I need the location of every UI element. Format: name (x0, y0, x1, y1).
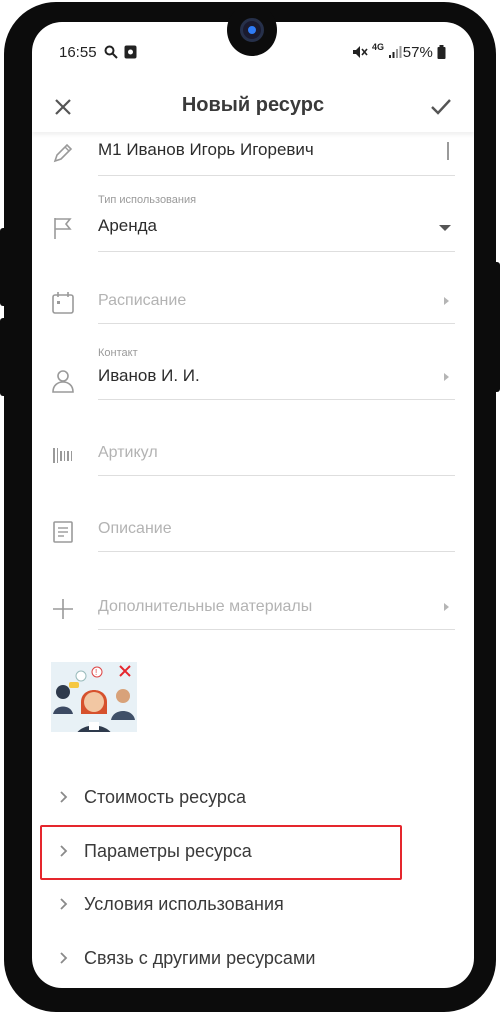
description-placeholder: Описание (98, 520, 172, 537)
contact-row[interactable]: Контакт Иванов И. И. (32, 344, 474, 400)
section-label: Стоимость ресурса (84, 787, 246, 807)
usage-type-select[interactable]: Тип использования Аренда (98, 190, 455, 252)
schedule-field[interactable]: Расписание (98, 278, 455, 324)
section-linked-resources[interactable]: Связь с другими ресурсами (52, 938, 452, 978)
contact-field[interactable]: Контакт Иванов И. И. (98, 344, 455, 400)
network-type: 4G (372, 42, 385, 52)
support-operators-illustration: ! (51, 662, 137, 742)
materials-row[interactable]: Дополнительные материалы (32, 584, 474, 630)
battery-level: 57% (403, 44, 446, 61)
barcode-icon (53, 448, 72, 463)
contact-value: Иванов И. И. (98, 366, 200, 385)
highlight-box (40, 825, 402, 880)
mute-icon (353, 46, 368, 58)
search-icon (104, 45, 118, 59)
description-row[interactable]: Описание (32, 506, 474, 552)
article-row[interactable]: Артикул (32, 430, 474, 476)
chevron-right-icon (60, 898, 68, 910)
description-field[interactable]: Описание (98, 506, 455, 552)
plus-icon (53, 599, 73, 619)
usage-type-value: Аренда (98, 216, 158, 235)
dropdown-arrow-icon (439, 225, 451, 231)
schedule-placeholder: Расписание (98, 292, 187, 309)
front-camera-notch (227, 4, 277, 56)
confirm-check-icon[interactable] (426, 92, 456, 122)
article-field[interactable]: Артикул (98, 430, 455, 476)
side-button-right (492, 262, 500, 392)
usage-type-row[interactable]: Тип использования Аренда (32, 190, 474, 252)
text-cursor (447, 142, 449, 160)
signal-icon (389, 46, 402, 58)
app-bar: Новый ресурс (32, 80, 474, 132)
notification-app-icon (124, 45, 137, 59)
resource-image-thumbnail[interactable]: ! (51, 662, 137, 742)
name-row[interactable]: М1 Иванов Игорь Игоревич (32, 132, 474, 178)
flag-icon (54, 218, 72, 239)
contact-label: Контакт (98, 347, 138, 359)
chevron-right-icon (444, 373, 449, 381)
article-placeholder: Артикул (98, 444, 158, 461)
section-usage-conditions[interactable]: Условия использования (52, 884, 452, 924)
document-icon (53, 521, 73, 543)
chevron-right-icon (444, 603, 449, 611)
person-icon (52, 370, 74, 393)
name-field[interactable]: М1 Иванов Игорь Игоревич (98, 132, 455, 176)
materials-placeholder: Дополнительные материалы (98, 598, 313, 615)
schedule-row[interactable]: Расписание (32, 278, 474, 324)
camera-icon (240, 18, 264, 42)
chevron-right-icon (60, 952, 68, 964)
section-label: Условия использования (84, 894, 284, 914)
name-value: М1 Иванов Игорь Игоревич (98, 140, 314, 159)
chevron-right-icon (60, 791, 68, 803)
page-title: Новый ресурс (181, 94, 325, 116)
svg-text:!: ! (95, 668, 97, 677)
usage-type-label: Тип использования (98, 194, 197, 206)
power-button (0, 318, 8, 396)
screen: 16:55 4G 57% Новый ресурс М1 Иванов Игор… (32, 22, 474, 988)
section-cost[interactable]: Стоимость ресурса (52, 777, 452, 817)
calendar-icon (52, 292, 74, 314)
volume-button (0, 228, 8, 306)
battery-icon (437, 45, 446, 59)
status-time: 16:55 (59, 44, 97, 61)
materials-field[interactable]: Дополнительные материалы (98, 584, 455, 630)
section-label: Связь с другими ресурсами (84, 948, 316, 968)
chevron-right-icon (444, 297, 449, 305)
pencil-icon (53, 143, 73, 163)
